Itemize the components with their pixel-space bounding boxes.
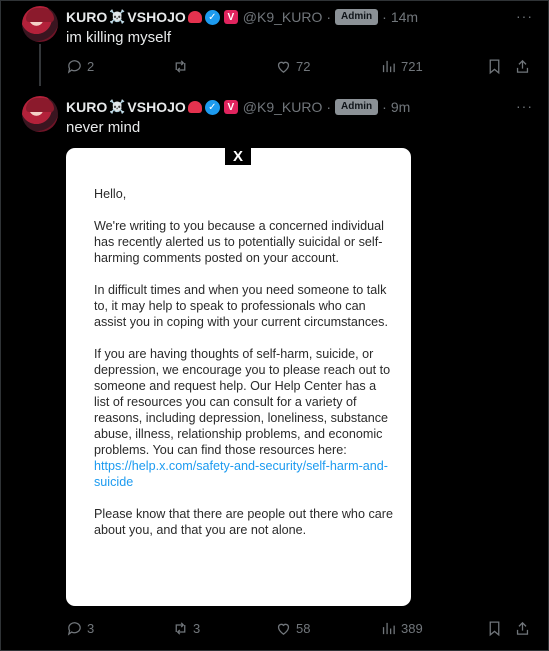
tweet[interactable]: KURO ☠️ VSHOJO ✓ V @K9_KURO · Admin · 9m…	[0, 90, 549, 651]
admin-badge: Admin	[335, 99, 379, 115]
timestamp[interactable]: 14m	[391, 9, 418, 25]
letter-paragraph: If you are having thoughts of self-harm,…	[94, 347, 391, 457]
tweet-header: KURO ☠️ VSHOJO ✓ V @K9_KURO · Admin · 9m	[66, 98, 410, 116]
email-letter: Hello, We're writing to you because a co…	[94, 186, 394, 554]
thread-line	[39, 44, 41, 86]
heart-icon	[187, 101, 202, 113]
avatar[interactable]	[22, 96, 58, 132]
admin-badge: Admin	[335, 9, 379, 25]
view-count: 389	[401, 621, 423, 636]
heart-outline-icon	[277, 61, 290, 73]
heart-outline-icon	[277, 623, 290, 635]
help-center-link[interactable]: https://help.x.com/safety-and-security/s…	[94, 459, 388, 489]
retweet-count: 3	[193, 621, 201, 636]
tweet-actions: 2 72 721	[66, 58, 536, 78]
reply-icon	[67, 60, 81, 74]
like-count: 72	[296, 59, 311, 74]
tweet-text: im killing myself	[66, 29, 172, 46]
handle[interactable]: @K9_KURO	[243, 99, 323, 115]
retweet-icon	[175, 622, 186, 635]
tweet-header: KURO ☠️ VSHOJO ✓ V @K9_KURO · Admin · 14…	[66, 8, 418, 26]
vtuber-badge-icon: V	[223, 10, 238, 24]
verified-icon: ✓	[204, 99, 220, 115]
retweet-button[interactable]	[172, 58, 193, 75]
verified-icon: ✓	[204, 9, 220, 25]
reply-icon	[67, 622, 81, 636]
skull-emoji: ☠️	[109, 9, 126, 24]
reply-count: 2	[87, 59, 95, 74]
share-icon	[516, 621, 529, 635]
display-name-suffix[interactable]: VSHOJO	[127, 9, 185, 25]
separator: ·	[326, 9, 332, 25]
tweet-image[interactable]: X Hello, We're writing to you because a …	[66, 148, 411, 606]
avatar[interactable]	[22, 6, 58, 42]
heart-icon	[187, 11, 202, 23]
share-button[interactable]	[514, 620, 531, 637]
separator: ·	[382, 99, 387, 115]
avatar-hair	[26, 8, 54, 22]
bookmark-icon	[489, 59, 500, 75]
share-button[interactable]	[514, 58, 531, 75]
display-name-suffix[interactable]: VSHOJO	[127, 99, 185, 115]
handle[interactable]: @K9_KURO	[243, 9, 323, 25]
timestamp[interactable]: 9m	[391, 99, 410, 115]
share-icon	[516, 59, 529, 73]
x-logo-icon: X	[225, 148, 251, 165]
avatar-hair	[26, 98, 54, 112]
views-button[interactable]: 389	[380, 620, 423, 637]
reply-button[interactable]: 2	[66, 58, 94, 75]
view-count: 721	[401, 59, 423, 74]
views-button[interactable]: 721	[380, 58, 423, 75]
like-count: 58	[296, 621, 311, 636]
separator: ·	[326, 99, 332, 115]
tweet[interactable]: KURO ☠️ VSHOJO ✓ V @K9_KURO · Admin · 14…	[0, 0, 549, 86]
letter-paragraph: In difficult times and when you need som…	[94, 283, 388, 329]
more-options-icon[interactable]: ···	[516, 8, 533, 24]
bookmark-button[interactable]	[486, 58, 503, 75]
more-options-icon[interactable]: ···	[516, 98, 533, 114]
tweet-actions: 3 3 58 389	[66, 620, 536, 640]
views-icon	[382, 622, 395, 635]
letter-paragraph: Please know that there are people out th…	[94, 507, 393, 537]
tweet-text: never mind	[66, 119, 141, 136]
letter-greeting: Hello,	[94, 187, 127, 201]
skull-emoji: ☠️	[109, 99, 126, 114]
retweet-button[interactable]: 3	[172, 620, 200, 637]
like-button[interactable]: 72	[275, 58, 310, 75]
bookmark-icon	[489, 621, 500, 637]
vtuber-badge-icon: V	[223, 100, 238, 114]
reply-count: 3	[87, 621, 95, 636]
display-name[interactable]: KURO	[66, 9, 107, 25]
reply-button[interactable]: 3	[66, 620, 94, 637]
like-button[interactable]: 58	[275, 620, 310, 637]
retweet-icon	[175, 60, 186, 73]
bookmark-button[interactable]	[486, 620, 503, 637]
views-icon	[382, 60, 395, 73]
separator: ·	[382, 9, 387, 25]
letter-paragraph: We're writing to you because a concerned…	[94, 219, 384, 265]
display-name[interactable]: KURO	[66, 99, 107, 115]
